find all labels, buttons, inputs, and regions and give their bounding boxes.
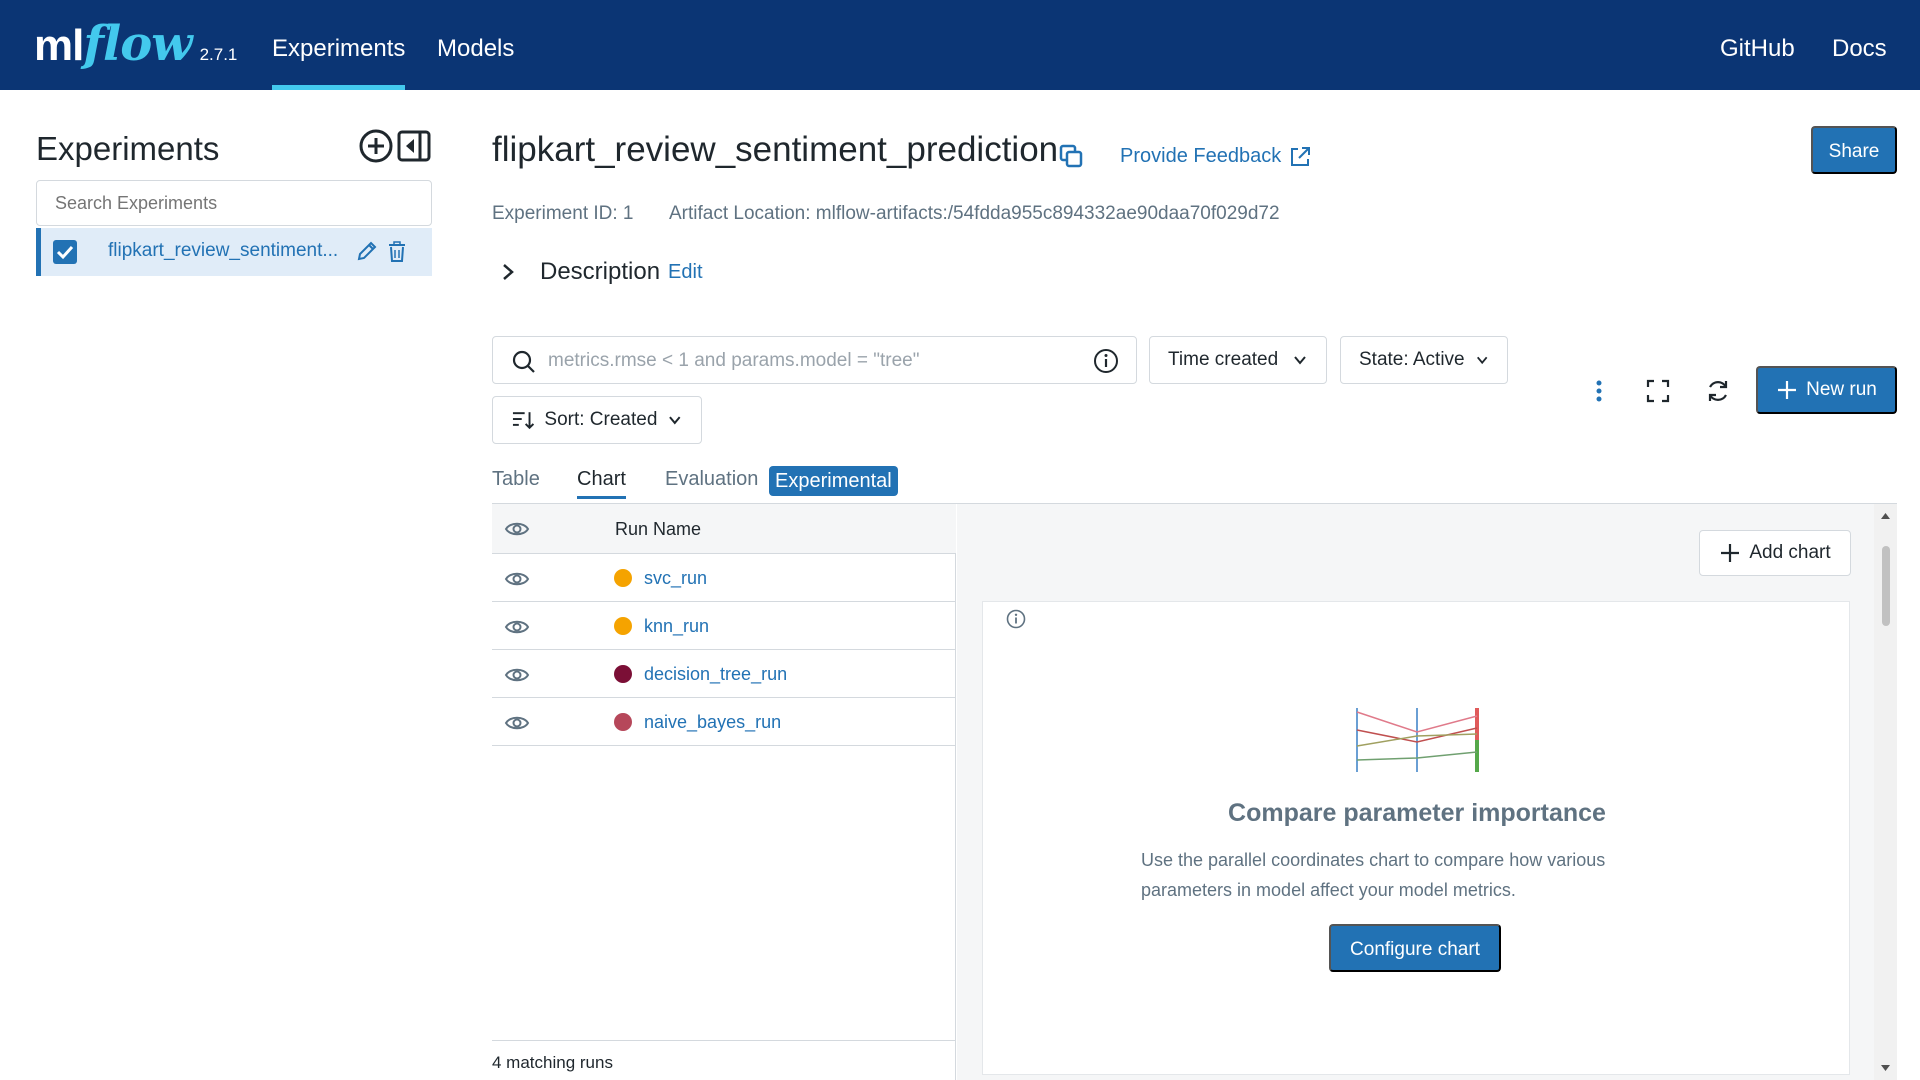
copy-icon[interactable] bbox=[1058, 143, 1084, 174]
nav-github[interactable]: GitHub bbox=[1720, 0, 1795, 90]
run-name-link[interactable]: knn_run bbox=[644, 616, 709, 637]
table-row: svc_run bbox=[492, 554, 956, 602]
sort-dropdown[interactable]: Sort: Created bbox=[492, 396, 702, 444]
plus-circle-icon bbox=[359, 129, 393, 163]
tab-evaluation[interactable]: Evaluation bbox=[665, 468, 758, 491]
experiment-id: Experiment ID: 1 bbox=[492, 203, 634, 224]
scroll-down-icon[interactable] bbox=[1880, 1064, 1891, 1072]
chevron-down-icon bbox=[669, 416, 681, 425]
chevron-down-icon bbox=[1294, 356, 1306, 365]
sidebar-title: Experiments bbox=[36, 130, 220, 167]
logo-ml-text: ml bbox=[34, 21, 84, 70]
sidebar-item-experiment[interactable]: flipkart_review_sentiment... bbox=[36, 228, 432, 276]
eye-icon[interactable] bbox=[504, 662, 530, 693]
time-created-label: Time created bbox=[1168, 349, 1279, 370]
description-edit-link[interactable]: Edit bbox=[668, 261, 702, 284]
scroll-up-icon[interactable] bbox=[1880, 512, 1891, 520]
run-name-column-header: Run Name bbox=[615, 519, 702, 539]
check-icon bbox=[56, 245, 74, 260]
experiment-checkbox[interactable] bbox=[53, 240, 77, 264]
new-run-button[interactable]: New run bbox=[1756, 366, 1897, 414]
mlflow-logo[interactable]: ml flow 2.7.1 bbox=[34, 14, 237, 74]
more-options-icon[interactable] bbox=[1586, 378, 1612, 409]
search-experiments-input[interactable] bbox=[36, 180, 432, 226]
sort-icon bbox=[512, 412, 535, 430]
add-chart-button[interactable]: Add chart bbox=[1699, 530, 1851, 576]
run-name-link[interactable]: naive_bayes_run bbox=[644, 712, 781, 733]
new-run-label: New run bbox=[1806, 379, 1877, 400]
table-row: decision_tree_run bbox=[492, 650, 956, 698]
table-row: naive_bayes_run bbox=[492, 698, 956, 746]
matching-runs-count: 4 matching runs bbox=[492, 1053, 613, 1072]
chevron-down-icon bbox=[1476, 356, 1487, 365]
description-label: Description bbox=[540, 258, 661, 285]
runs-table: Run Name svc_run knn_run decision_tree_r… bbox=[492, 504, 956, 1080]
run-search-placeholder: metrics.rmse < 1 and params.model = "tre… bbox=[548, 350, 920, 371]
add-chart-label: Add chart bbox=[1749, 542, 1831, 563]
run-search-input[interactable]: metrics.rmse < 1 and params.model = "tre… bbox=[492, 336, 1137, 384]
state-dropdown[interactable]: State: Active bbox=[1340, 336, 1508, 384]
experiment-name[interactable]: flipkart_review_sentiment... bbox=[108, 240, 338, 262]
chart-scrollbar[interactable] bbox=[1874, 504, 1897, 1080]
nav-experiments[interactable]: Experiments bbox=[272, 0, 406, 90]
table-row: knn_run bbox=[492, 602, 956, 650]
edit-pencil-icon[interactable] bbox=[355, 239, 379, 268]
page-title: flipkart_review_sentiment_prediction bbox=[492, 130, 1059, 169]
top-navbar: ml flow 2.7.1 Experiments Models GitHub … bbox=[0, 0, 1920, 90]
empty-state-title: Compare parameter importance bbox=[1228, 799, 1606, 827]
nav-docs[interactable]: Docs bbox=[1832, 0, 1887, 90]
time-created-dropdown[interactable]: Time created bbox=[1149, 336, 1327, 384]
eye-icon[interactable] bbox=[504, 614, 530, 645]
state-label: State: Active bbox=[1359, 349, 1465, 370]
create-experiment-button[interactable] bbox=[358, 128, 394, 164]
external-link-icon bbox=[1291, 146, 1311, 166]
tab-chart[interactable]: Chart bbox=[577, 468, 626, 499]
info-icon[interactable] bbox=[1005, 608, 1027, 630]
sidebar-collapse-icon bbox=[397, 130, 431, 162]
info-icon[interactable] bbox=[1093, 348, 1119, 374]
run-name-link[interactable]: decision_tree_run bbox=[644, 664, 787, 685]
eye-icon[interactable] bbox=[504, 710, 530, 741]
runs-footer: 4 matching runs bbox=[492, 1040, 956, 1080]
chart-card: Compare parameter importance Use the par… bbox=[982, 601, 1850, 1075]
feedback-label: Provide Feedback bbox=[1120, 145, 1282, 167]
refresh-icon[interactable] bbox=[1705, 378, 1731, 409]
parallel-coordinates-illustration bbox=[1356, 708, 1479, 772]
run-color-dot[interactable] bbox=[614, 617, 632, 635]
scrollbar-thumb[interactable] bbox=[1882, 546, 1890, 626]
version-label: 2.7.1 bbox=[199, 45, 238, 64]
artifact-location: Artifact Location: mlflow-artifacts:/54f… bbox=[669, 203, 1280, 224]
run-color-dot[interactable] bbox=[614, 665, 632, 683]
plus-icon bbox=[1778, 381, 1797, 399]
search-icon bbox=[512, 350, 535, 373]
provide-feedback-link[interactable]: Provide Feedback bbox=[1120, 145, 1311, 168]
plus-icon bbox=[1721, 544, 1740, 562]
sort-label: Sort: Created bbox=[544, 409, 658, 430]
eye-icon[interactable] bbox=[504, 566, 530, 597]
run-color-dot[interactable] bbox=[614, 713, 632, 731]
experimental-badge[interactable]: Experimental bbox=[769, 466, 898, 496]
run-name-link[interactable]: svc_run bbox=[644, 568, 707, 589]
empty-state-text: Use the parallel coordinates chart to co… bbox=[1141, 850, 1606, 900]
description-toggle[interactable]: Description Edit bbox=[498, 258, 703, 286]
collapse-sidebar-button[interactable] bbox=[396, 128, 432, 164]
eye-icon[interactable] bbox=[504, 516, 530, 547]
logo-flow-text: flow bbox=[83, 16, 192, 72]
fullscreen-icon[interactable] bbox=[1645, 378, 1671, 409]
chevron-right-icon bbox=[503, 264, 514, 280]
tab-table[interactable]: Table bbox=[492, 468, 540, 491]
configure-chart-button[interactable]: Configure chart bbox=[1329, 924, 1501, 972]
runs-table-header: Run Name bbox=[492, 504, 956, 554]
run-color-dot[interactable] bbox=[614, 569, 632, 587]
trash-icon[interactable] bbox=[387, 241, 407, 268]
share-button[interactable]: Share bbox=[1811, 126, 1897, 174]
nav-models[interactable]: Models bbox=[437, 0, 514, 90]
